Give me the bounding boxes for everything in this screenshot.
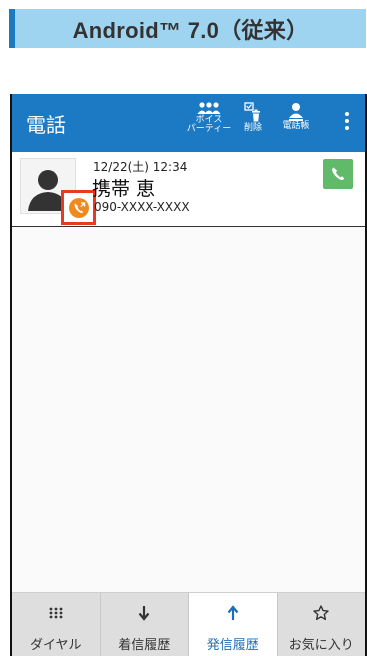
incoming-arrow-icon: [138, 606, 150, 621]
more-options-icon: [345, 108, 349, 130]
phone-number: 090-XXXX-XXXX: [94, 200, 190, 214]
tab-label-dialpad: ダイヤル: [29, 638, 82, 653]
call-datetime: 12/22(土) 12:34: [93, 160, 188, 174]
app-bar: 電話 ボイス パーティー 削除 電話帳: [12, 94, 365, 152]
voice-party-icon: [197, 102, 221, 114]
call-type-highlight: [61, 190, 96, 225]
phone-screen: 電話 ボイス パーティー 削除 電話帳 12/22(土) 12:34 携帯 恵 …: [10, 94, 367, 656]
banner-title: Android™ 7.0（従来）: [72, 17, 309, 43]
tab-favorites[interactable]: お気に入り: [276, 593, 366, 656]
tab-label-incoming: 着信履歴: [118, 638, 171, 653]
tab-label-favorites: お気に入り: [288, 638, 354, 653]
tab-label-outgoing: 発信履歴: [206, 638, 259, 653]
tab-outgoing-history[interactable]: 発信履歴: [188, 593, 277, 656]
call-button[interactable]: [323, 159, 353, 189]
voice-party-label-line2: パーティー: [186, 124, 232, 134]
delete-button[interactable]: 削除: [238, 102, 268, 144]
tab-dialpad[interactable]: ダイヤル: [12, 593, 100, 656]
outgoing-call-icon: [68, 197, 89, 218]
outgoing-arrow-icon: [227, 605, 239, 620]
section-banner: Android™ 7.0（従来）: [9, 9, 366, 48]
bottom-tab-bar: ダイヤル 着信履歴 発信履歴 お気に入り: [12, 592, 365, 656]
call-log-entry[interactable]: 12/22(土) 12:34 携帯 恵 090-XXXX-XXXX: [12, 152, 365, 227]
contact-name: 携帯 恵: [92, 178, 156, 200]
tab-incoming-history[interactable]: 着信履歴: [99, 593, 189, 656]
dialpad-icon: [49, 607, 63, 619]
contacts-label: 電話帳: [282, 121, 310, 131]
delete-icon: [244, 102, 260, 122]
more-options-button[interactable]: [335, 108, 359, 150]
voice-party-button[interactable]: ボイス パーティー: [187, 102, 231, 144]
contacts-icon: [289, 103, 303, 121]
star-icon: [313, 605, 329, 621]
contacts-button[interactable]: 電話帳: [276, 102, 316, 144]
delete-label: 削除: [243, 123, 262, 133]
app-title: 電話: [26, 113, 66, 137]
phone-icon: [332, 167, 345, 181]
